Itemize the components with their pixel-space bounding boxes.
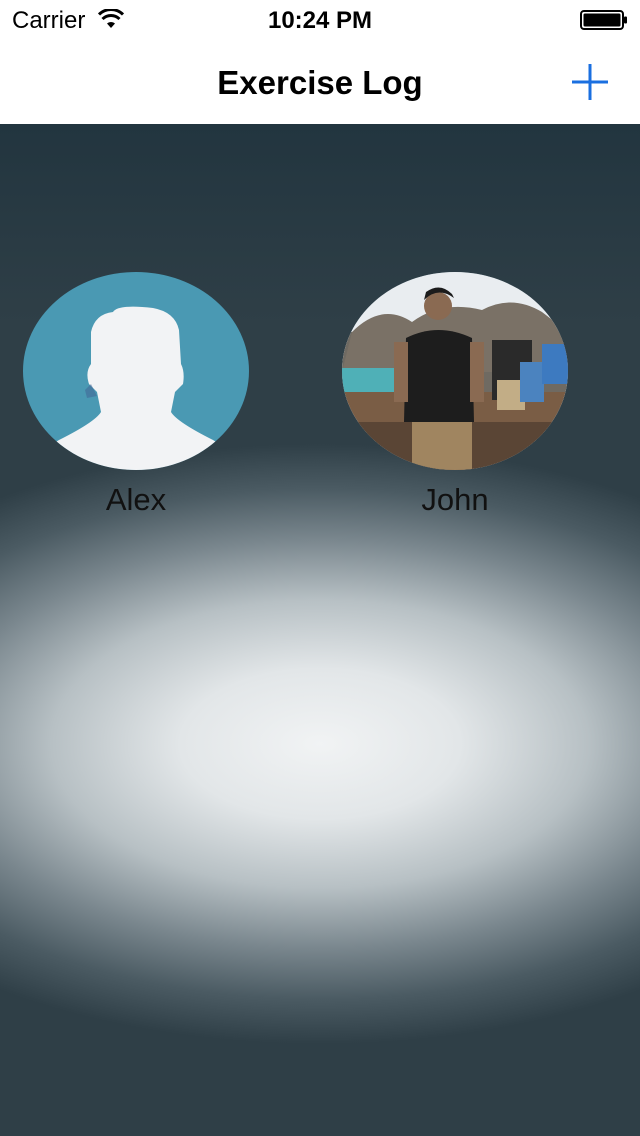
person-silhouette-icon [37, 306, 235, 470]
profiles-view: Alex John [0, 124, 640, 1136]
status-bar: Carrier 10:24 PM [0, 0, 640, 40]
profile-john[interactable]: John [342, 272, 568, 518]
page-title: Exercise Log [217, 64, 423, 101]
plus-icon [572, 64, 608, 100]
profile-alex[interactable]: Alex [23, 272, 249, 518]
photo-image [342, 272, 568, 470]
battery-full-icon [580, 10, 627, 30]
profile-name: Alex [105, 482, 167, 517]
status-time: 10:24 PM [267, 7, 373, 34]
profile-name: John [421, 482, 489, 517]
screen: Carrier 10:24 PM Exercise Log Alex John [0, 0, 640, 1136]
default-person-avatar[interactable] [23, 272, 249, 470]
add-button[interactable] [568, 60, 612, 104]
navigation-bar: Exercise Log [0, 40, 640, 124]
photo-avatar[interactable] [342, 272, 568, 470]
